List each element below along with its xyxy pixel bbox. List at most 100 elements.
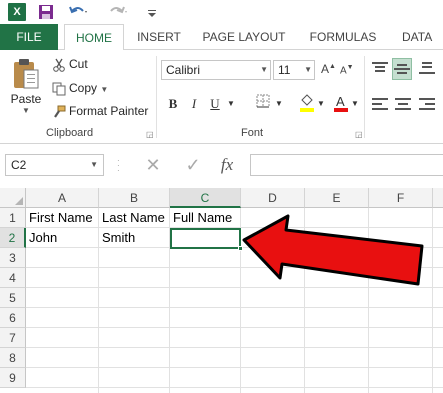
font-name-select[interactable]: Calibri ▼ (161, 60, 271, 80)
active-cell-c2[interactable] (170, 228, 243, 251)
chevron-down-icon: ▼ (260, 65, 268, 74)
redo-icon[interactable] (108, 3, 130, 21)
align-middle-icon (394, 64, 410, 74)
column-header-f[interactable]: F (369, 188, 433, 208)
formula-bar: C2 ▼ · · · ✕ ✓ fx (0, 144, 443, 188)
tab-data[interactable]: DATA (394, 24, 443, 50)
row-header-9[interactable]: 9 (0, 368, 26, 388)
align-top-button[interactable] (372, 62, 388, 77)
tab-home[interactable]: HOME (64, 24, 124, 51)
column-header-overflow[interactable] (433, 188, 443, 208)
column-header-e[interactable]: E (305, 188, 369, 208)
row-header-6[interactable]: 6 (0, 308, 26, 328)
cell-b2[interactable]: Smith (99, 228, 170, 248)
font-size-value: 11 (278, 63, 291, 77)
column-header-a[interactable]: A (26, 188, 99, 208)
copy-icon (52, 82, 66, 96)
gridline (26, 307, 443, 308)
tab-formulas[interactable]: FORMULAS (302, 24, 384, 50)
font-dialog-launcher-icon[interactable]: ◲ (355, 130, 363, 139)
name-box-value: C2 (11, 158, 27, 172)
cell-c1[interactable]: Full Name (170, 208, 241, 228)
decrease-font-size-icon[interactable]: A▼ (340, 64, 354, 76)
select-all-icon (15, 197, 23, 205)
name-box[interactable]: C2 ▼ (5, 154, 104, 176)
row-header-4[interactable]: 4 (0, 268, 26, 288)
paste-label: Paste (10, 92, 42, 106)
paint-bucket-icon (300, 94, 314, 112)
red-arrow-annotation (242, 214, 424, 286)
font-color-icon: A (334, 94, 348, 112)
column-header-b[interactable]: B (99, 188, 170, 208)
tab-insert[interactable]: INSERT (130, 24, 188, 50)
select-all-button[interactable] (0, 188, 26, 208)
copy-label: Copy (69, 81, 98, 95)
format-painter-label: Format Painter (69, 104, 149, 118)
undo-icon[interactable] (68, 3, 90, 21)
underline-button[interactable]: U (208, 94, 222, 114)
clipboard-group-label: Clipboard (46, 127, 94, 139)
align-center-icon (395, 98, 411, 110)
copy-dropdown-icon[interactable]: ▼ (100, 85, 108, 94)
italic-button[interactable]: I (187, 94, 201, 114)
row-header-8[interactable]: 8 (0, 348, 26, 368)
font-group-label: Font (241, 127, 264, 139)
customize-qat-icon[interactable] (146, 3, 158, 21)
cell-a1[interactable]: First Name (26, 208, 99, 228)
copy-button[interactable]: Copy ▼ (52, 78, 108, 98)
save-icon[interactable] (38, 3, 54, 21)
gridline (26, 347, 443, 348)
gridline (26, 387, 443, 388)
ribbon-home: Paste ▼ Cut Copy ▼ Format Painter Clipbo… (0, 50, 443, 144)
gridline (26, 327, 443, 328)
increase-font-size-icon[interactable]: A▲ (321, 62, 336, 76)
align-bottom-button[interactable] (419, 62, 435, 77)
align-left-icon (372, 98, 388, 110)
cut-button[interactable]: Cut (52, 54, 88, 74)
font-color-button[interactable]: A (330, 94, 352, 114)
fill-color-dropdown-icon[interactable]: ▼ (316, 94, 326, 114)
row-header-7[interactable]: 7 (0, 328, 26, 348)
gridline (26, 367, 443, 368)
row-header-2[interactable]: 2 (0, 228, 26, 248)
format-painter-button[interactable]: Format Painter (52, 101, 148, 121)
enter-icon[interactable]: ✓ (180, 154, 206, 176)
font-color-dropdown-icon[interactable]: ▼ (350, 94, 360, 114)
svg-text:A: A (336, 94, 345, 109)
align-top-icon (372, 62, 388, 72)
row-header-1[interactable]: 1 (0, 208, 26, 228)
cell-a2[interactable]: John (26, 228, 99, 248)
row-header-5[interactable]: 5 (0, 288, 26, 308)
paintbrush-icon (54, 105, 66, 118)
cancel-icon[interactable]: ✕ (140, 154, 166, 176)
insert-function-button[interactable]: fx (214, 154, 240, 176)
fill-color-button[interactable] (296, 94, 318, 114)
excel-app-icon: X (8, 3, 26, 21)
font-size-select[interactable]: 11 ▼ (273, 60, 315, 80)
align-right-icon (419, 98, 435, 110)
tab-page-layout[interactable]: PAGE LAYOUT (196, 24, 292, 50)
align-right-button[interactable] (419, 98, 435, 113)
clipboard-dialog-launcher-icon[interactable]: ◲ (146, 130, 154, 139)
font-name-value: Calibri (166, 63, 201, 77)
borders-button[interactable] (252, 94, 274, 114)
column-header-d[interactable]: D (241, 188, 305, 208)
paste-button[interactable]: Paste ▼ (6, 56, 46, 118)
bold-button[interactable]: B (166, 94, 180, 114)
chevron-down-icon: ▼ (304, 65, 312, 74)
formula-input[interactable] (250, 154, 443, 176)
clipboard-icon (12, 56, 40, 90)
row-header-3[interactable]: 3 (0, 248, 26, 268)
align-bottom-icon (419, 62, 435, 74)
paste-dropdown-icon[interactable]: ▼ (6, 106, 46, 115)
align-center-button[interactable] (395, 98, 411, 113)
underline-dropdown-icon[interactable]: ▼ (226, 94, 236, 114)
tab-file[interactable]: FILE (0, 24, 58, 50)
formula-bar-resize-handle[interactable]: · · · (117, 157, 121, 175)
cell-b1[interactable]: Last Name (99, 208, 170, 228)
align-middle-button[interactable] (392, 58, 412, 80)
column-header-c[interactable]: C (170, 188, 241, 208)
borders-dropdown-icon[interactable]: ▼ (274, 94, 284, 114)
chevron-down-icon: ▼ (90, 160, 98, 169)
align-left-button[interactable] (372, 98, 388, 113)
